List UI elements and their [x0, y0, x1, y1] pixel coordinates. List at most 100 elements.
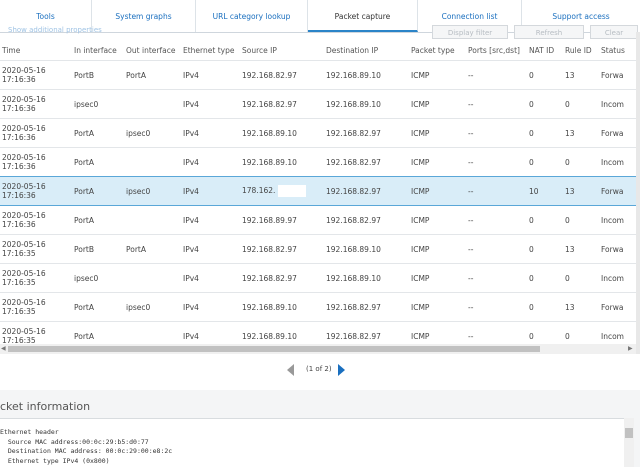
cell-clock: 17:16:36	[2, 75, 36, 84]
cell-destination-ip: 192.168.82.97	[324, 205, 409, 235]
table-row[interactable]: 2020-05-16 17:16:36 PortB PortA IPv4 192.168.…	[0, 60, 636, 90]
tab-system-graphs[interactable]: System graphs	[92, 0, 196, 32]
cell-ethernet-type: IPv4	[181, 118, 240, 148]
tab-url-category-lookup[interactable]: URL category lookup	[196, 0, 308, 32]
cell-ports: --	[466, 176, 527, 206]
col-nat-id[interactable]: NAT ID	[527, 40, 563, 61]
cell-clock: 17:16:35	[2, 307, 36, 316]
cell-packet-type-value: ICMP	[411, 244, 430, 254]
cell-status-value: Forwa	[601, 302, 624, 312]
cell-rule-id: 13	[563, 60, 599, 90]
cell-ethernet-type: IPv4	[181, 89, 240, 119]
cell-source-ip: 178.162.	[240, 176, 324, 206]
cell-source-ip-value: 178.162.	[242, 186, 276, 195]
cell-rule-id-value: 0	[565, 215, 570, 225]
cell-packet-type: ICMP	[409, 147, 466, 177]
col-ports[interactable]: Ports [src,dst]	[466, 40, 527, 61]
cell-source-ip: 192.168.82.97	[240, 234, 324, 264]
redaction-mask	[278, 185, 307, 197]
cell-packet-type-value: ICMP	[411, 157, 430, 167]
cell-packet-type: ICMP	[409, 176, 466, 206]
cell-destination-ip-value: 192.168.82.97	[326, 186, 381, 196]
cell-clock: 17:16:36	[2, 220, 36, 229]
cell-ethernet-type: IPv4	[181, 263, 240, 293]
cell-date: 2020-05-16	[2, 95, 46, 104]
cell-source-ip-value: 192.168.89.97	[242, 215, 297, 225]
cell-rule-id: 13	[563, 234, 599, 264]
table-row[interactable]: 2020-05-16 17:16:36 ipsec0 IPv4 192.168.82.9…	[0, 89, 636, 119]
cell-ports-value: --	[468, 302, 474, 312]
cell-date: 2020-05-16	[2, 66, 46, 75]
cell-nat-id: 0	[527, 89, 563, 119]
cell-nat-id-value: 0	[529, 244, 534, 254]
clear-button[interactable]: Clear	[590, 25, 638, 39]
cell-status: Forwa	[599, 176, 636, 206]
cell-nat-id: 0	[527, 205, 563, 235]
horizontal-scroll-thumb[interactable]	[8, 346, 540, 352]
table-row[interactable]: 2020-05-16 17:16:35 PortA IPv4 192.168.89.10…	[0, 321, 636, 344]
scroll-left-icon[interactable]: ◀	[1, 345, 6, 352]
cell-in-interface: ipsec0	[72, 89, 124, 119]
cell-source-ip-value: 192.168.89.10	[242, 302, 297, 312]
previous-page-icon[interactable]	[287, 364, 294, 376]
cell-ports: --	[466, 89, 527, 119]
cell-in-interface: PortA	[72, 292, 124, 322]
cell-date: 2020-05-16	[2, 298, 46, 307]
col-out-interface[interactable]: Out interface	[124, 40, 181, 61]
next-page-icon[interactable]	[338, 364, 345, 376]
table-row[interactable]: 2020-05-16 17:16:36 PortA IPv4 192.168.89.97…	[0, 205, 636, 235]
cell-time: 2020-05-16 17:16:35	[0, 292, 72, 322]
col-status[interactable]: Status	[599, 40, 636, 61]
cell-ports: --	[466, 234, 527, 264]
refresh-button[interactable]: Refresh	[514, 25, 584, 39]
packet-info-scroll-thumb[interactable]	[625, 428, 633, 438]
cell-out-interface	[124, 321, 181, 344]
col-destination-ip[interactable]: Destination IP	[324, 40, 409, 61]
col-packet-type[interactable]: Packet type	[409, 40, 466, 61]
scroll-right-icon[interactable]: ▶	[628, 345, 633, 352]
cell-time: 2020-05-16 17:16:36	[0, 118, 72, 148]
cell-status: Forwa	[599, 292, 636, 322]
cell-source-ip: 192.168.89.10	[240, 147, 324, 177]
cell-in-interface-value: PortA	[74, 215, 94, 225]
cell-rule-id-value: 13	[565, 302, 575, 312]
cell-time: 2020-05-16 17:16:36	[0, 60, 72, 90]
show-properties-link[interactable]: Show additional properties	[8, 26, 102, 34]
table-row[interactable]: 2020-05-16 17:16:35 PortA ipsec0 IPv4 192.168…	[0, 292, 636, 322]
cell-ethernet-type: IPv4	[181, 60, 240, 90]
table-row[interactable]: 2020-05-16 17:16:36 PortA ipsec0 IPv4 178.162…	[0, 176, 636, 206]
cell-rule-id: 13	[563, 292, 599, 322]
cell-ports: --	[466, 263, 527, 293]
cell-clock: 17:16:36	[2, 162, 36, 171]
cell-source-ip-value: 192.168.89.10	[242, 157, 297, 167]
cell-packet-type-value: ICMP	[411, 128, 430, 138]
col-in-interface[interactable]: In interface	[72, 40, 124, 61]
tab-packet-capture[interactable]: Packet capture	[308, 0, 418, 32]
col-rule-id[interactable]: Rule ID	[563, 40, 599, 61]
cell-time: 2020-05-16 17:16:36	[0, 89, 72, 119]
table-row[interactable]: 2020-05-16 17:16:35 PortB PortA IPv4 192.168.…	[0, 234, 636, 264]
packet-info-text: Ethernet header Source MAC address:00:0c…	[0, 428, 173, 465]
table-row[interactable]: 2020-05-16 17:16:36 PortA ipsec0 IPv4 192.168…	[0, 118, 636, 148]
cell-nat-id: 10	[527, 176, 563, 206]
cell-ethernet-type: IPv4	[181, 147, 240, 177]
horizontal-scrollbar[interactable]: ◀ ▶	[0, 344, 636, 354]
cell-packet-type: ICMP	[409, 292, 466, 322]
cell-source-ip-value: 192.168.82.97	[242, 273, 297, 283]
cell-ethernet-type-value: IPv4	[183, 186, 199, 196]
col-ethernet-type[interactable]: Ethernet type	[181, 40, 240, 61]
cell-rule-id: 0	[563, 263, 599, 293]
cell-in-interface: PortA	[72, 118, 124, 148]
cell-clock: 17:16:36	[2, 133, 36, 142]
cell-source-ip: 192.168.89.97	[240, 205, 324, 235]
cell-destination-ip-value: 192.168.82.97	[326, 331, 381, 341]
cell-destination-ip-value: 192.168.89.10	[326, 244, 381, 254]
display-filter-button[interactable]: Display filter	[432, 25, 508, 39]
col-time[interactable]: Time	[0, 40, 72, 61]
table-row[interactable]: 2020-05-16 17:16:35 ipsec0 IPv4 192.168.82.9…	[0, 263, 636, 293]
table-row[interactable]: 2020-05-16 17:16:36 PortA IPv4 192.168.89.10…	[0, 147, 636, 177]
cell-rule-id-value: 0	[565, 273, 570, 283]
col-source-ip[interactable]: Source IP	[240, 40, 324, 61]
cell-ethernet-type-value: IPv4	[183, 99, 199, 109]
packet-info-scrollbar[interactable]	[624, 418, 634, 467]
